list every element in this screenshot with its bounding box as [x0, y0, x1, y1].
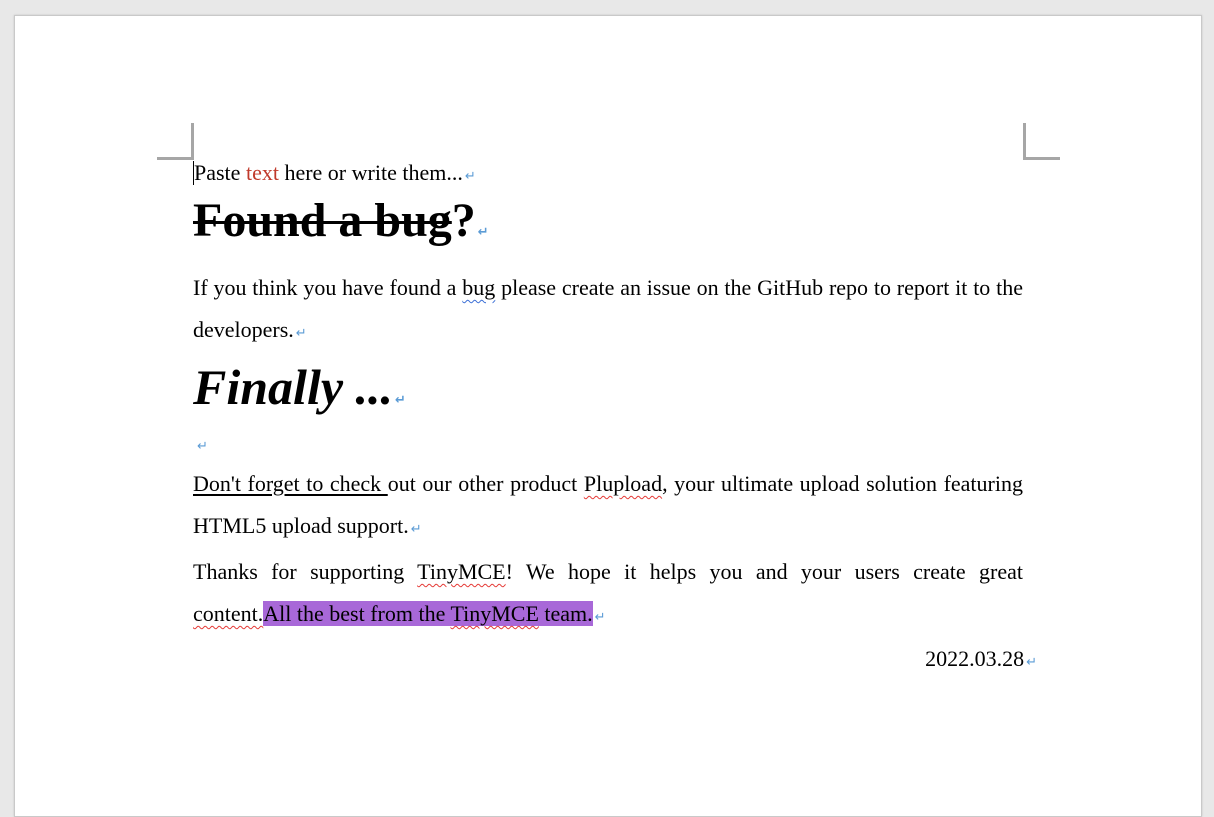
- paragraph-mark-icon: ↵: [477, 225, 489, 240]
- paragraph-mark-icon: ↵: [1026, 655, 1037, 670]
- paragraph-mark-icon: ↵: [410, 522, 422, 537]
- bug-paragraph[interactable]: If you think you have found a bug please…: [193, 267, 1023, 355]
- heading-found-a-bug[interactable]: Found a bug? ↵: [193, 193, 1023, 257]
- underlined-text: Don't forget to check: [193, 471, 388, 496]
- intro-paragraph[interactable]: Paste text here or write them... ↵: [193, 156, 1023, 190]
- margin-corner-top-left: [157, 123, 194, 160]
- spelling-flagged-word: content.: [193, 601, 264, 626]
- document-body[interactable]: Paste text here or write them... ↵ Found …: [193, 156, 1037, 683]
- margin-corner-top-right: [1023, 123, 1060, 160]
- date-text: 2022.03.28: [925, 646, 1025, 671]
- spelling-flagged-word: TinyMCE: [450, 601, 539, 626]
- paragraph-mark-icon: ↵: [464, 169, 476, 184]
- highlighted-text: All the best from the TinyMCE team.: [263, 601, 593, 626]
- empty-paragraph[interactable]: ↵: [193, 423, 1023, 463]
- heading-finally[interactable]: Finally ... ↵: [193, 357, 1023, 419]
- document-page[interactable]: Paste text here or write them... ↵ Found …: [14, 15, 1202, 817]
- paragraph-mark-icon: ↵: [295, 326, 307, 341]
- spelling-flagged-word: Plupload: [583, 471, 663, 496]
- red-word: text: [245, 160, 279, 185]
- thanks-paragraph[interactable]: Thanks for supporting TinyMCE! We hope i…: [193, 551, 1023, 639]
- plupload-paragraph[interactable]: Don't forget to check out our other prod…: [193, 463, 1023, 551]
- paragraph-mark-icon: ↵: [197, 439, 208, 454]
- spelling-flagged-word: TinyMCE: [417, 559, 506, 584]
- date-paragraph[interactable]: 2022.03.28 ↵: [193, 639, 1037, 683]
- struck-heading-text: Found a bug: [193, 194, 452, 247]
- paragraph-mark-icon: ↵: [395, 393, 406, 408]
- grammar-flagged-word: bug: [462, 275, 496, 300]
- paragraph-mark-icon: ↵: [594, 610, 606, 625]
